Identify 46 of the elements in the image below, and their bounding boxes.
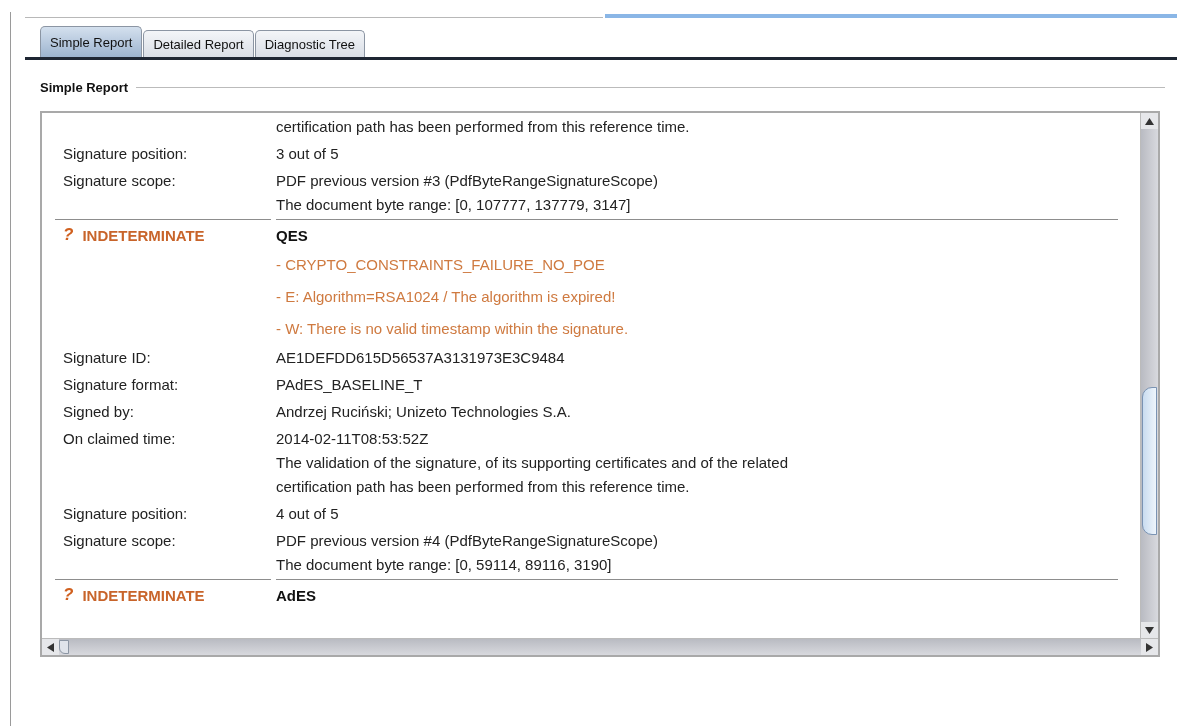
field-value: The document byte range: [0, 107777, 137779, 3147] [276, 195, 632, 215]
field-label: Signature ID: [63, 349, 151, 366]
tab[interactable]: Detailed Report [143, 30, 254, 57]
up-triangle-icon [1145, 117, 1154, 125]
field-value: The validation of the signature, of its supporting certificates and of the related [276, 453, 789, 473]
field-value: PDF previous version #3 (PdfByteRangeSignatureScope) [276, 171, 659, 191]
status-label: INDETERMINATE [82, 226, 205, 244]
scroll-left-button[interactable] [42, 639, 59, 655]
down-triangle-icon [1145, 626, 1154, 634]
field-label: Signature format: [63, 376, 179, 393]
horizontal-scrollbar[interactable] [42, 638, 1158, 655]
field-label: Signature scope: [63, 172, 176, 189]
left-triangle-icon [47, 642, 54, 652]
scroll-thumb[interactable] [1142, 387, 1157, 535]
signature-level: QES [276, 226, 308, 244]
signature-level: AdES [276, 586, 316, 604]
field-value: AE1DEFDD615D56537A3131973E3C9484 [276, 348, 566, 368]
scroll-down-button[interactable] [1141, 622, 1158, 638]
group-title: Simple Report [40, 80, 129, 95]
field-value: certification path has been performed from this reference time. [276, 477, 691, 497]
field-value: Andrzej Ruciński; Unizeto Technologies S.A. [276, 402, 572, 422]
tab[interactable]: Diagnostic Tree [254, 30, 366, 57]
field-label: On claimed time: [63, 430, 176, 447]
question-mark-icon: ? [63, 585, 74, 605]
tab[interactable]: Simple Report [40, 26, 143, 57]
scroll-thumb[interactable] [59, 640, 69, 654]
field-value: 2014-02-11T08:53:52Z [276, 429, 430, 449]
error-message: - W: There is no valid timestamp within the signature. [276, 319, 630, 339]
field-label: Signature scope: [63, 532, 176, 549]
field-label: Signature position: [63, 505, 188, 522]
field-label: Signature position: [63, 145, 188, 162]
field-value: The document byte range: [0, 59114, 89116, 3190] [276, 555, 613, 575]
field-value: 4 out of 5 [276, 504, 340, 524]
status-label: INDETERMINATE [82, 586, 205, 604]
field-value: PDF previous version #4 (PdfByteRangeSignatureScope) [276, 531, 659, 551]
scroll-right-button[interactable] [1141, 639, 1158, 655]
right-triangle-icon [1146, 642, 1153, 652]
error-message: - CRYPTO_CONSTRAINTS_FAILURE_NO_POE [276, 255, 606, 275]
vertical-scrollbar[interactable] [1140, 113, 1158, 638]
field-value: PAdES_BASELINE_T [276, 375, 424, 395]
question-mark-icon: ? [63, 225, 74, 245]
field-value: 3 out of 5 [276, 144, 340, 164]
error-message: - E: Algorithm=RSA1024 / The algorithm is expired! [276, 287, 617, 307]
scroll-up-button[interactable] [1141, 113, 1158, 129]
field-value: certification path has been performed from this reference time. [276, 117, 691, 137]
field-label: Signed by: [63, 403, 134, 420]
